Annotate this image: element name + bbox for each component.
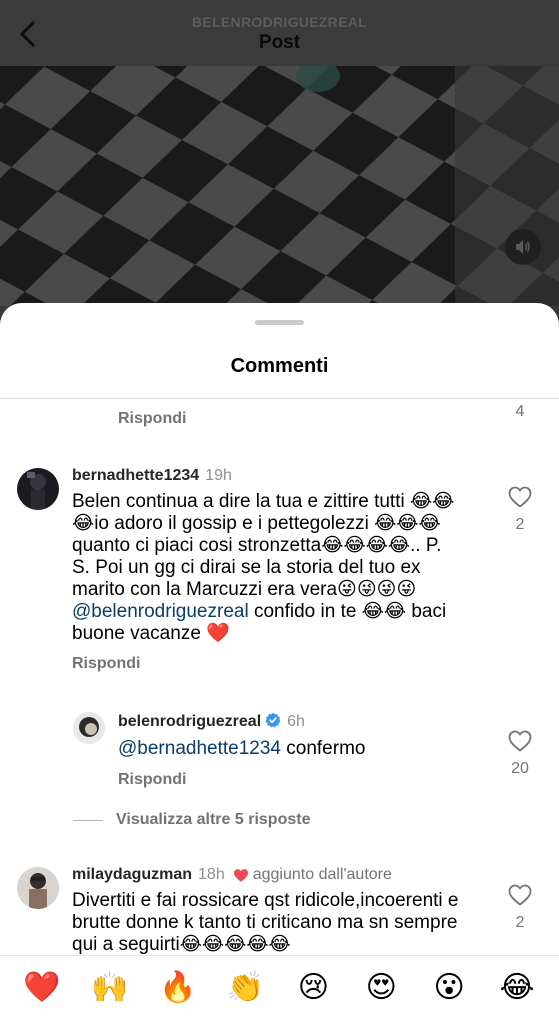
emoji-clapping-button[interactable]: 👏 [222,971,270,1005]
mention-link[interactable]: @belenrodriguezreal [72,601,249,622]
comment-time: 19h [205,467,232,484]
comment-username[interactable]: bernadhette1234 [72,467,199,484]
heart-icon[interactable] [508,486,532,508]
avatar-image [17,867,59,909]
emoji-reaction-bar: ❤️ 🙌 🔥 👏 😢 😍 😮 😂 [0,955,559,1024]
comment-text: Belen continua a dire la tua e zittire t… [72,491,492,645]
page-title: Post [258,32,301,53]
reply-text-segment: confermo [280,738,366,759]
emoji-crying-button[interactable]: 😢 [289,971,337,1005]
avatar-image [17,468,59,510]
emoji-surprised-button[interactable]: 😮 [425,971,473,1005]
divider [0,398,559,399]
checkered-floor-image [0,66,559,306]
emoji-raised-hands-button[interactable]: 🙌 [86,971,134,1005]
comment-line: quanto ci piaci cosi stronzetta😂😂😂😂.. P. [72,535,442,556]
emoji-heart-eyes-button[interactable]: 😍 [357,971,405,1005]
heart-icon[interactable] [508,884,532,906]
reply-button[interactable]: Rispondi [118,410,186,428]
mute-button[interactable] [505,229,541,265]
comment-line: 😂io adoro il gossip e i pettegolezzi 😂😂😂 [72,513,441,534]
heart-filled-icon [233,868,248,882]
divider [73,819,103,821]
like-count: 20 [511,760,529,777]
comment-text-segment: confido in te 😂😂 baci [248,601,447,622]
reply-username[interactable]: belenrodriguezreal [118,713,261,730]
avatar-image [73,712,105,744]
comment-line: Divertiti e fai rossicare qst ridicole,i… [72,890,459,911]
like-column: 2 [500,486,540,534]
reply-button[interactable]: Rispondi [72,655,140,673]
comment-meta: milaydaguzman 18h aggiunto dall'autore [72,866,392,884]
like-count: 2 [515,516,525,533]
comment-line: @belenrodriguezreal confido in te 😂😂 bac… [72,601,492,623]
comment-line: brutte donne k tanto ti criticano ma sn … [72,912,458,933]
view-more-replies[interactable]: Visualizza altre 5 risposte [73,811,310,829]
reply-button[interactable]: Rispondi [118,771,186,789]
view-more-label: Visualizza altre 5 risposte [116,811,311,828]
comment-line: buone vacanze ❤️ [72,623,230,644]
comment-time: 18h [198,866,225,883]
reply-meta: belenrodriguezreal 6h [118,712,305,731]
like-column: 2 [500,884,540,932]
chevron-left-icon [20,21,35,47]
comment-username[interactable]: milaydaguzman [72,866,192,884]
like-count: 4 [515,403,525,420]
like-column: 20 [500,730,540,778]
avatar[interactable] [17,867,59,909]
comment-meta: bernadhette1234 19h [72,467,232,485]
sheet-title: Commenti [230,355,329,377]
post-media[interactable] [0,66,559,306]
mention-link[interactable]: @bernadhette1234 [118,738,281,759]
avatar[interactable] [73,712,105,744]
reply-text: @bernadhette1234 confermo [118,738,488,760]
sheet-grabber[interactable] [255,320,304,325]
comment-line: Belen continua a dire la tua e zittire t… [72,491,455,512]
comment-line: S. Poi un gg ci dirai se la storia del t… [72,557,421,578]
comment-text: Divertiti e fai rossicare qst ridicole,i… [72,890,492,956]
verified-badge-icon [265,712,281,728]
emoji-red-heart-button[interactable]: ❤️ [18,971,66,1005]
comment-line: marito con la Marcuzzi era vera😜😜😜😜 [72,579,417,600]
post-header: BELENRODRIGUEZREAL Post [0,0,559,66]
comments-sheet: Commenti Rispondi 4 bernadhette1234 19h B… [0,303,559,1024]
heart-icon[interactable] [508,730,532,752]
back-button[interactable] [12,16,42,52]
emoji-laughing-button[interactable]: 😂 [493,971,541,1005]
emoji-fire-button[interactable]: 🔥 [154,971,202,1005]
reply-time: 6h [287,713,305,730]
speaker-icon [516,240,530,254]
author-liked-badge: aggiunto dall'autore [252,866,392,883]
like-count: 2 [515,914,525,931]
comment-line: qui a seguirti😂😂😂😂😂 [72,934,291,955]
avatar[interactable] [17,468,59,510]
header-username: BELENRODRIGUEZREAL [192,14,367,30]
